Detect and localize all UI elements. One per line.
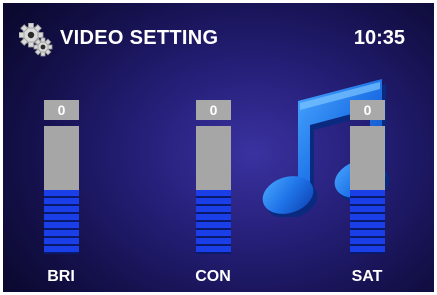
saturation-fill — [350, 190, 385, 254]
saturation-label: SAT — [351, 268, 383, 285]
slider-bri[interactable]: 0 — [44, 100, 79, 254]
slider-con[interactable]: 0 — [196, 100, 231, 254]
contrast-fill — [196, 190, 231, 254]
contrast-value: 0 — [196, 100, 231, 120]
music-note-icon — [262, 79, 390, 217]
saturation-value: 0 — [350, 100, 385, 120]
saturation-track[interactable] — [350, 126, 385, 254]
gear-icon — [19, 23, 53, 57]
brightness-value: 0 — [44, 100, 79, 120]
contrast-label: CON — [195, 268, 231, 285]
brightness-fill — [44, 190, 79, 254]
contrast-track[interactable] — [196, 126, 231, 254]
slider-sat[interactable]: 0 — [350, 100, 385, 254]
brightness-label: BRI — [47, 268, 75, 285]
video-setting-screen: VIDEO SETTING 10:35 0 BRI 0 CON 0 SAT — [3, 3, 434, 292]
clock-time: 10:35 — [353, 27, 405, 49]
page-title: VIDEO SETTING — [60, 27, 219, 49]
brightness-track[interactable] — [44, 126, 79, 254]
